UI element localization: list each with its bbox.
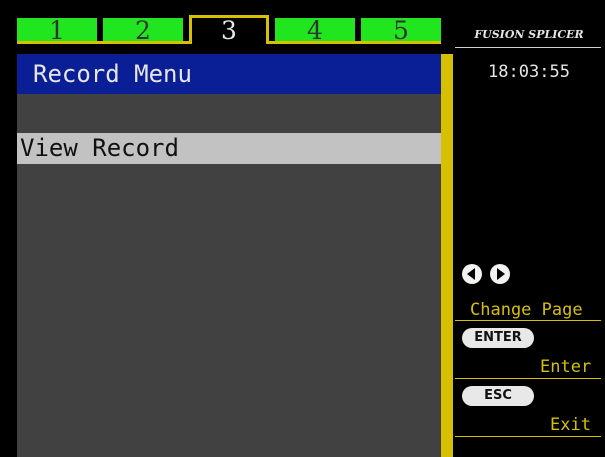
menu-item-view-record[interactable]: View Record xyxy=(17,133,441,164)
enter-label: Enter xyxy=(540,357,592,377)
brand-divider xyxy=(455,47,601,48)
tab-bar: 1 2 3 4 5 xyxy=(17,0,441,44)
tab-5[interactable]: 5 xyxy=(361,0,441,44)
tab-3-label: 3 xyxy=(189,15,269,44)
hint-divider-2 xyxy=(455,378,601,379)
esc-key-button[interactable]: ESC xyxy=(462,386,534,406)
tab-underline-right xyxy=(269,41,441,44)
clock: 18:03:55 xyxy=(488,62,570,82)
tab-underline-left xyxy=(17,41,189,44)
hint-divider-1 xyxy=(455,320,601,321)
hint-divider-3 xyxy=(455,436,601,437)
tab-3-active[interactable]: 3 xyxy=(189,0,269,44)
menu-panel: Record Menu View Record xyxy=(17,54,441,457)
enter-key-button[interactable]: ENTER xyxy=(462,328,534,348)
arrow-right-icon[interactable] xyxy=(490,264,510,284)
tab-1[interactable]: 1 xyxy=(17,0,97,44)
panel-divider xyxy=(441,54,453,457)
tab-4[interactable]: 4 xyxy=(275,0,355,44)
menu-title: Record Menu xyxy=(17,54,441,94)
arrow-left-icon[interactable] xyxy=(462,264,482,284)
brand-label: FUSION SPLICER xyxy=(474,28,584,41)
tab-2[interactable]: 2 xyxy=(103,0,183,44)
exit-label: Exit xyxy=(550,415,591,435)
change-page-label: Change Page xyxy=(470,300,583,320)
